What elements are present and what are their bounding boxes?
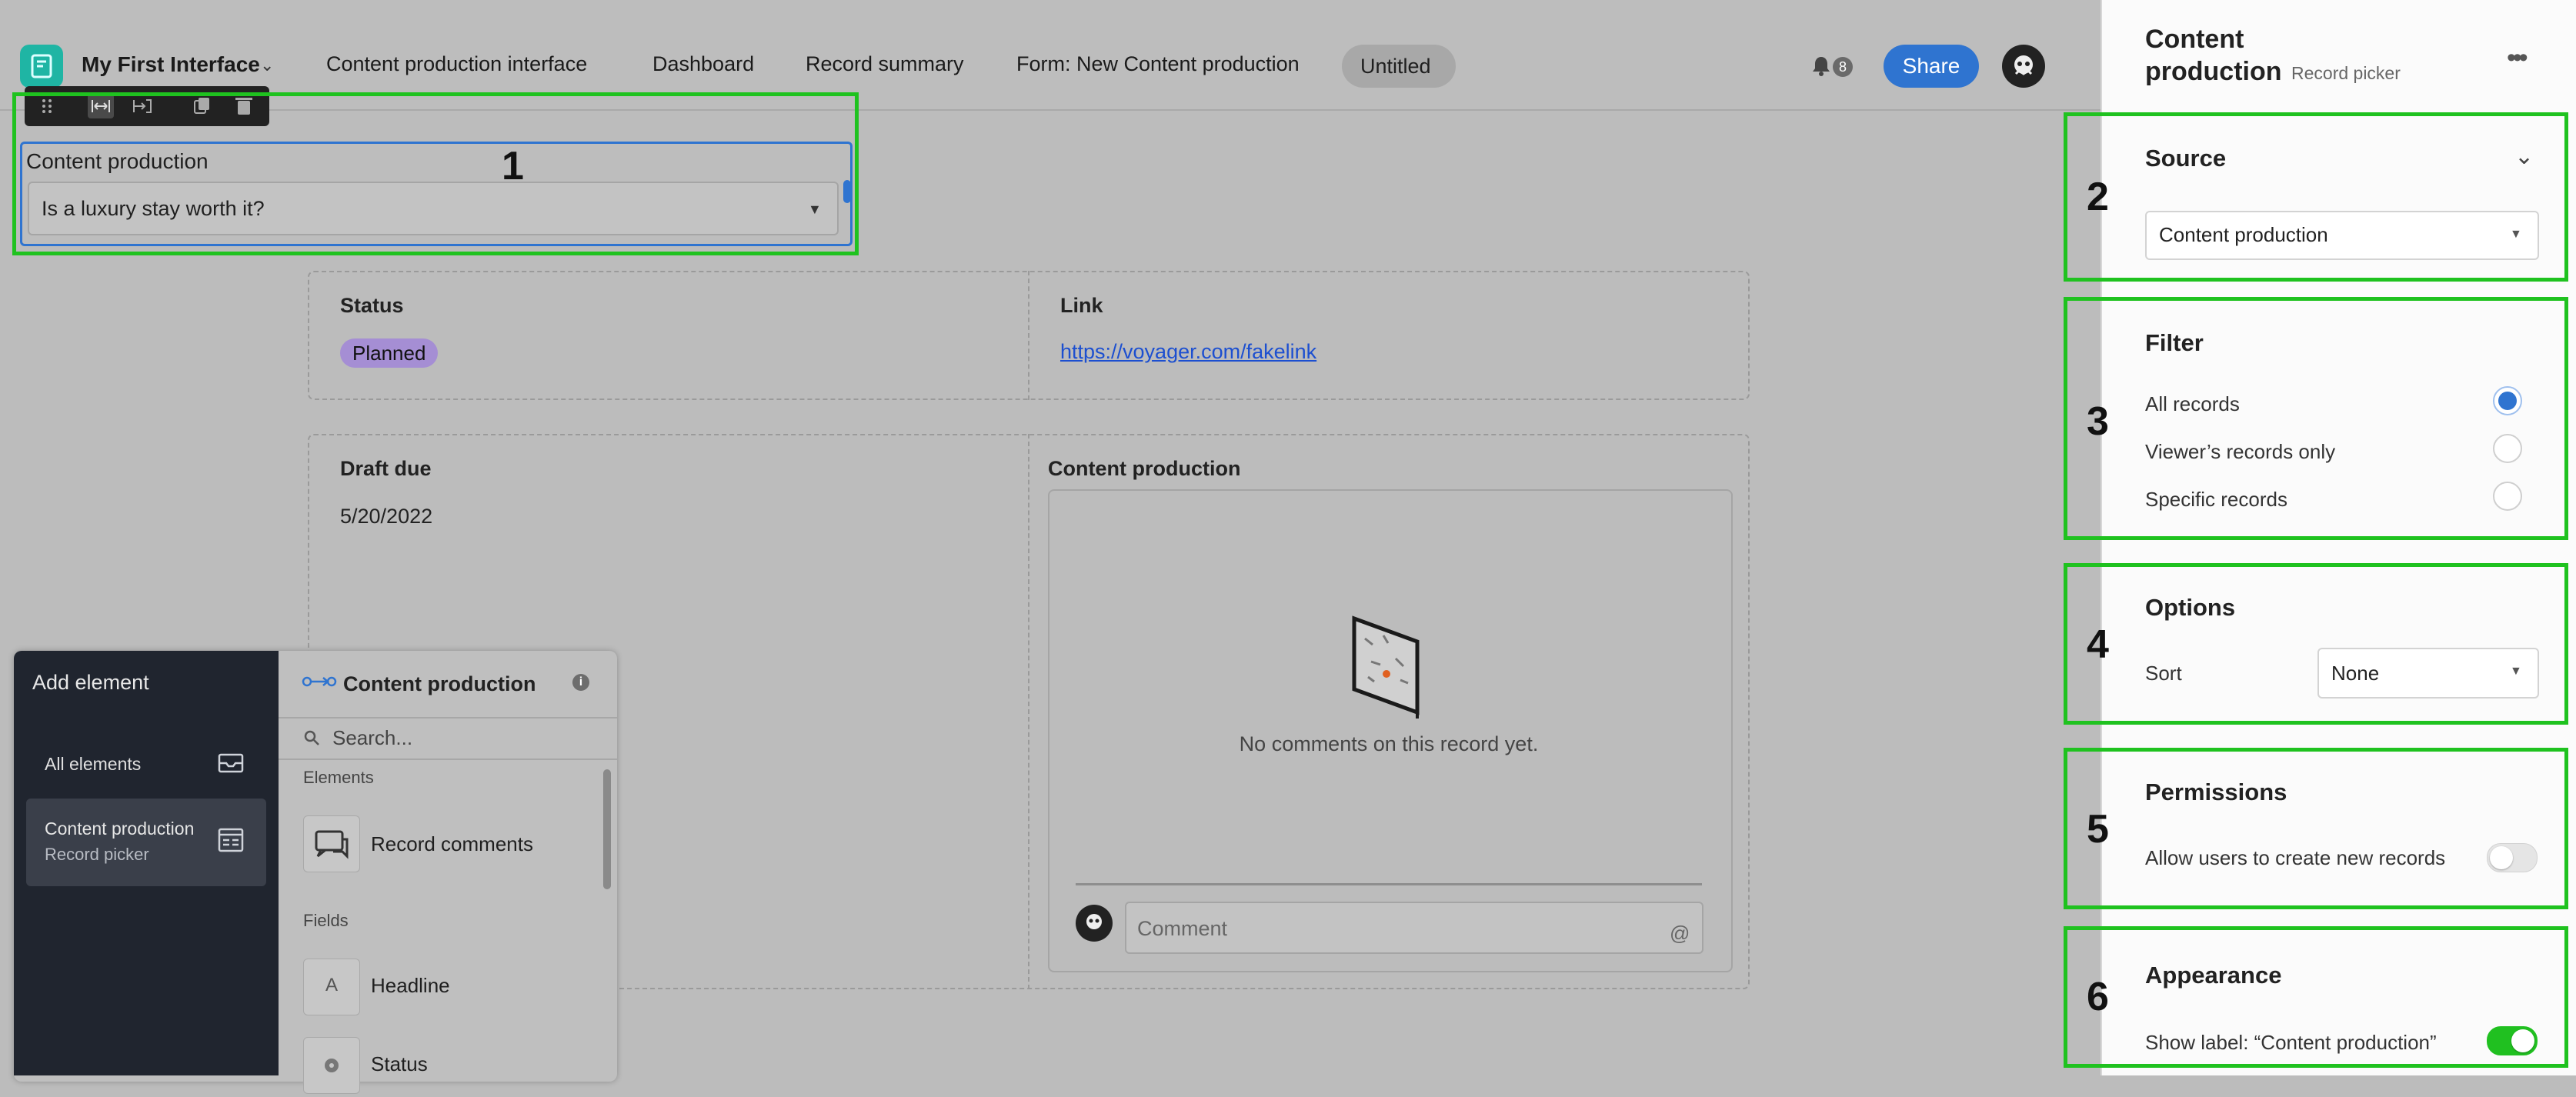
- add-element-panel-title: Content production: [343, 672, 536, 695]
- record-card-icon: [217, 826, 245, 858]
- filter-radio-all-records[interactable]: [2493, 386, 2522, 415]
- tab-dashboard[interactable]: Dashboard: [652, 52, 754, 76]
- caret-down-icon: ▼: [2510, 228, 2522, 241]
- mention-icon[interactable]: @: [1670, 922, 1690, 945]
- empty-comments-illustration-icon: [1350, 615, 1423, 724]
- app-name[interactable]: My First Interface: [82, 52, 260, 77]
- annotation-number-1: 1: [502, 144, 524, 188]
- element-search-field[interactable]: [279, 717, 617, 760]
- annotation-number-4: 4: [2087, 622, 2109, 667]
- tab-form-new-content-production[interactable]: Form: New Content production: [1016, 52, 1300, 76]
- scrollbar[interactable]: [603, 769, 611, 889]
- headline-field-item[interactable]: Headline: [371, 974, 450, 998]
- show-label-toggle[interactable]: [2487, 1026, 2538, 1055]
- sort-select-value: None: [2331, 662, 2380, 685]
- draft-due-field-label: Draft due: [340, 457, 432, 480]
- properties-title-line-1: Content: [2145, 25, 2244, 54]
- search-icon: [303, 729, 320, 750]
- elements-section-label: Elements: [303, 768, 374, 787]
- filter-radio-specific-records[interactable]: [2493, 482, 2522, 511]
- sort-label: Sort: [2145, 662, 2182, 685]
- comments-icon[interactable]: [303, 815, 360, 872]
- link-value[interactable]: https://voyager.com/fakelink: [1060, 340, 1316, 364]
- bell-icon[interactable]: [1811, 55, 1831, 81]
- tab-untitled-label: Untitled: [1360, 55, 1431, 78]
- tab-record-summary[interactable]: Record summary: [806, 52, 964, 76]
- draft-due-value: 5/20/2022: [340, 505, 433, 528]
- user-avatar[interactable]: [2002, 45, 2045, 88]
- filter-option-specific-records[interactable]: Specific records: [2145, 488, 2287, 512]
- caret-down-icon: ▼: [2510, 665, 2522, 678]
- highlight-box-1: [12, 92, 859, 255]
- all-elements-item[interactable]: All elements: [45, 754, 141, 775]
- app-logo-icon[interactable]: [20, 45, 63, 88]
- filter-radio-viewers-records[interactable]: [2493, 434, 2522, 463]
- status-badge: Planned: [340, 338, 439, 368]
- highlight-box-3: [2064, 297, 2568, 540]
- appearance-section-title: Appearance: [2145, 962, 2282, 989]
- chevron-down-icon[interactable]: ⌄: [2514, 143, 2534, 170]
- text-field-icon[interactable]: A: [303, 959, 360, 1015]
- annotation-number-5: 5: [2087, 807, 2109, 852]
- no-comments-message: No comments on this record yet.: [1239, 732, 1539, 755]
- add-element-title: Add element: [32, 671, 149, 694]
- source-select-value: Content production: [2159, 223, 2328, 246]
- commenter-avatar: [1076, 905, 1113, 942]
- allow-create-records-toggle[interactable]: [2487, 843, 2538, 872]
- status-field-item[interactable]: Status: [371, 1052, 428, 1076]
- comment-divider: [1076, 883, 1702, 885]
- notification-count-badge: 8: [1833, 57, 1853, 77]
- filter-section-title: Filter: [2145, 329, 2204, 356]
- show-label-label: Show label: “Content production”: [2145, 1031, 2437, 1054]
- options-section-title: Options: [2145, 594, 2236, 621]
- record-picker-item-subtitle: Record picker: [45, 845, 149, 864]
- share-button[interactable]: Share: [1884, 45, 1979, 88]
- annotation-number-3: 3: [2087, 399, 2109, 444]
- record-comments-item[interactable]: Record comments: [371, 832, 533, 856]
- source-section-title: Source: [2145, 145, 2227, 172]
- properties-title: Content production: [2145, 23, 2282, 88]
- comments-field-label: Content production: [1048, 457, 1241, 480]
- chevron-down-icon[interactable]: ⌄: [260, 55, 274, 75]
- filter-option-viewers-records[interactable]: Viewer’s records only: [2145, 440, 2335, 464]
- more-options-icon[interactable]: •••: [2507, 43, 2528, 73]
- permissions-section-title: Permissions: [2145, 779, 2287, 805]
- tab-untitled[interactable]: Untitled: [1342, 45, 1456, 88]
- link-field-label: Link: [1060, 294, 1103, 317]
- record-comments-box: [1048, 489, 1733, 972]
- status-field-label: Status: [340, 294, 404, 317]
- column-divider: [1028, 434, 1029, 989]
- annotation-number-2: 2: [2087, 175, 2109, 219]
- comment-placeholder: Comment: [1137, 917, 1228, 940]
- tab-content-production-interface[interactable]: Content production interface: [326, 52, 587, 76]
- annotation-number-6: 6: [2087, 975, 2109, 1019]
- text-field-glyph: A: [325, 975, 338, 995]
- fields-section-label: Fields: [303, 911, 349, 930]
- column-divider: [1028, 271, 1029, 400]
- inbox-icon: [217, 751, 245, 779]
- highlight-box-4: [2064, 563, 2568, 725]
- highlight-box-5: [2064, 748, 2568, 909]
- search-placeholder: Search...: [332, 726, 413, 749]
- properties-subtitle: Record picker: [2291, 63, 2401, 83]
- record-picker-item-title: Content production: [45, 819, 195, 839]
- allow-create-records-label: Allow users to create new records: [2145, 846, 2446, 869]
- info-icon[interactable]: i: [572, 674, 589, 691]
- filter-option-all-records[interactable]: All records: [2145, 392, 2240, 416]
- properties-title-line-2: production: [2145, 57, 2282, 86]
- linked-record-icon: [302, 674, 337, 693]
- single-select-icon[interactable]: [303, 1037, 360, 1094]
